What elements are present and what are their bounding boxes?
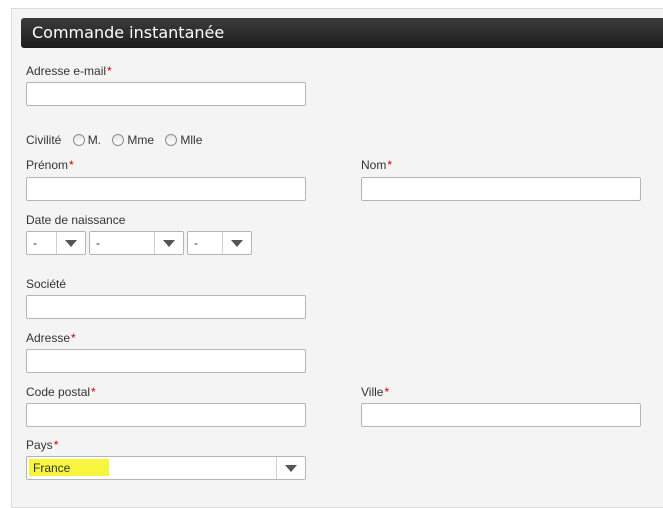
lastname-field[interactable] [361,177,641,201]
birth-month-arrow[interactable] [154,232,183,254]
birth-day-value: - [33,236,37,250]
civility-m-label: M. [87,133,102,147]
country-label: Pays* [26,438,59,452]
title-bar: Commande instantanée [21,18,663,48]
country-value: France [33,461,71,475]
company-label: Société [26,277,67,291]
birth-day-select[interactable]: - [26,231,86,255]
postcode-label: Code postal* [26,385,96,399]
birth-year-arrow[interactable] [222,232,251,254]
chevron-down-icon [285,465,297,472]
page-title: Commande instantanée [32,23,225,42]
civility-group: Civilité M. Mme Mlle [26,133,202,147]
lastname-label: Nom* [361,158,393,172]
city-label: Ville* [361,385,390,399]
birth-month-value: - [96,236,100,250]
civility-m-radio[interactable] [72,134,85,146]
country-arrow[interactable] [276,457,305,479]
birth-year-select[interactable]: - [187,231,252,255]
firstname-label: Prénom* [26,158,74,172]
postcode-field[interactable] [26,403,306,427]
address-label: Adresse* [26,331,76,345]
civility-mlle-radio[interactable] [165,134,178,146]
company-field[interactable] [26,295,306,319]
birthdate-label: Date de naissance [26,213,126,227]
birth-day-arrow[interactable] [56,232,85,254]
email-field[interactable] [26,82,306,106]
civility-label: Civilité [26,133,62,147]
chevron-down-icon [65,240,77,247]
chevron-down-icon [163,240,175,247]
civility-mlle-label: Mlle [180,133,203,147]
country-select[interactable]: France [26,456,306,480]
email-label: Adresse e-mail* [26,64,112,78]
city-field[interactable] [361,403,641,427]
chevron-down-icon [231,240,243,247]
civility-mme-label: Mme [127,133,155,147]
birth-month-select[interactable]: - [89,231,184,255]
address-field[interactable] [26,349,306,373]
firstname-field[interactable] [26,177,306,201]
civility-mme-radio[interactable] [112,134,125,146]
birth-year-value: - [194,236,198,250]
